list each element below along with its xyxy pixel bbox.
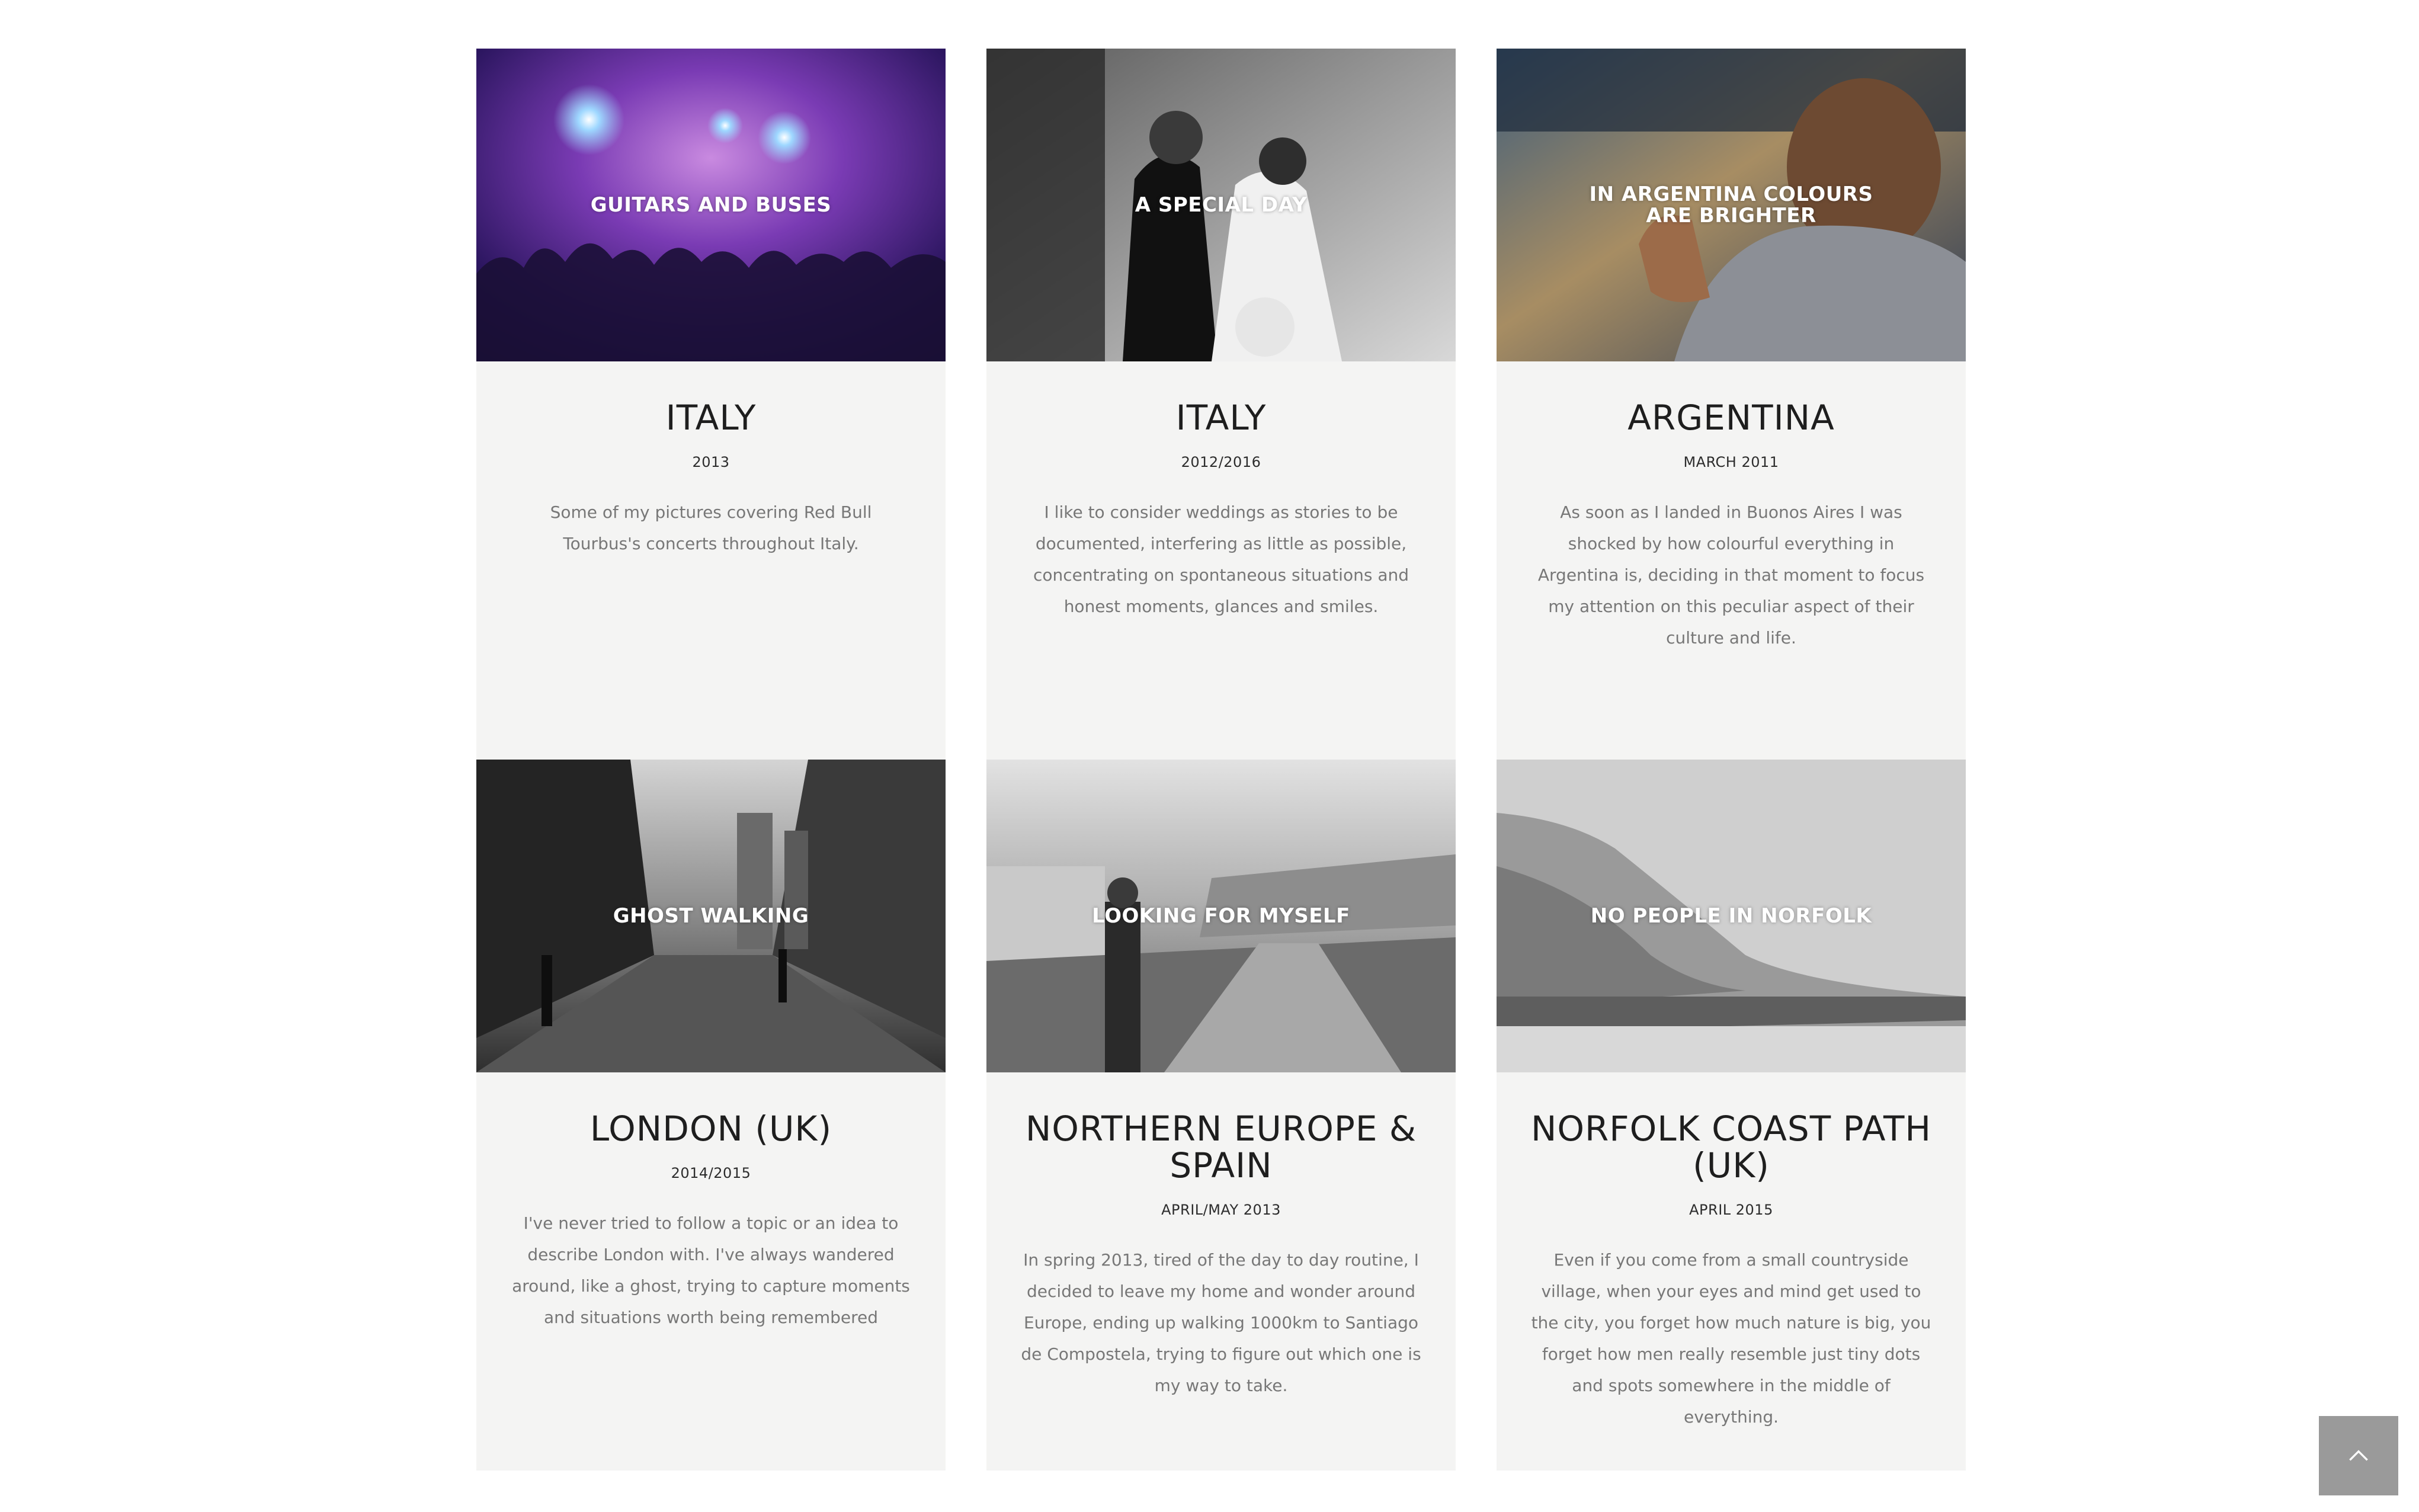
project-location-title[interactable]: ARGENTINA xyxy=(1508,399,1954,436)
project-thumbnail[interactable]: NO PEOPLE IN NORFOLK xyxy=(1497,760,1966,1072)
project-date: 2012/2016 xyxy=(1181,454,1261,470)
project-card-guitars-and-buses[interactable]: GUITARS AND BUSES ITALY 2013 Some of my … xyxy=(476,49,946,760)
project-location-title[interactable]: ITALY xyxy=(998,399,1444,436)
thumbnail-caption: GUITARS AND BUSES xyxy=(590,193,832,217)
project-description: Even if you come from a small countrysid… xyxy=(1531,1250,1931,1427)
project-card-no-people-in-norfolk[interactable]: NO PEOPLE IN NORFOLK NORFOLK COAST PATH … xyxy=(1497,760,1966,1471)
project-description: I like to consider weddings as stories t… xyxy=(1033,502,1409,616)
project-description: In spring 2013, tired of the day to day … xyxy=(1021,1250,1421,1395)
back-to-top-button[interactable] xyxy=(2319,1416,2398,1495)
thumbnail-caption: NO PEOPLE IN NORFOLK xyxy=(1590,904,1872,928)
thumbnail-caption: GHOST WALKING xyxy=(613,904,809,928)
project-thumbnail[interactable]: GHOST WALKING xyxy=(476,760,946,1072)
chevron-up-icon xyxy=(2349,1450,2368,1461)
project-card-ghost-walking[interactable]: GHOST WALKING LONDON (UK) 2014/2015 I've… xyxy=(476,760,946,1471)
project-thumbnail[interactable]: LOOKING FOR MYSELF xyxy=(986,760,1456,1072)
project-card-a-special-day[interactable]: A SPECIAL DAY ITALY 2012/2016 I like to … xyxy=(986,49,1456,760)
project-date: 2013 xyxy=(692,454,730,470)
thumbnail-caption: LOOKING FOR MYSELF xyxy=(1092,904,1350,928)
project-card-looking-for-myself[interactable]: LOOKING FOR MYSELF NORTHERN EUROPE & SPA… xyxy=(986,760,1456,1471)
project-thumbnail[interactable]: GUITARS AND BUSES xyxy=(476,49,946,361)
project-location-title[interactable]: ITALY xyxy=(488,399,934,436)
project-description: As soon as I landed in Buonos Aires I wa… xyxy=(1537,502,1925,648)
project-description: Some of my pictures covering Red Bull To… xyxy=(550,502,872,553)
project-thumbnail[interactable]: IN ARGENTINA COLOURS ARE BRIGHTER xyxy=(1497,49,1966,361)
project-date: MARCH 2011 xyxy=(1683,454,1779,470)
project-date: APRIL 2015 xyxy=(1689,1202,1773,1218)
project-thumbnail[interactable]: A SPECIAL DAY xyxy=(986,49,1456,361)
project-location-title[interactable]: LONDON (UK) xyxy=(488,1110,934,1147)
project-card-argentina-colours[interactable]: IN ARGENTINA COLOURS ARE BRIGHTER ARGENT… xyxy=(1497,49,1966,760)
project-date: 2014/2015 xyxy=(671,1165,751,1181)
thumbnail-caption: IN ARGENTINA COLOURS ARE BRIGHTER xyxy=(1589,182,1873,228)
project-location-title[interactable]: NORFOLK COAST PATH (UK) xyxy=(1508,1110,1954,1184)
project-date: APRIL/MAY 2013 xyxy=(1161,1202,1281,1218)
thumbnail-caption: A SPECIAL DAY xyxy=(1135,193,1308,217)
portfolio-grid: GUITARS AND BUSES ITALY 2013 Some of my … xyxy=(476,49,1966,1471)
project-description: I've never tried to follow a topic or an… xyxy=(512,1213,910,1327)
project-location-title[interactable]: NORTHERN EUROPE & SPAIN xyxy=(998,1110,1444,1184)
